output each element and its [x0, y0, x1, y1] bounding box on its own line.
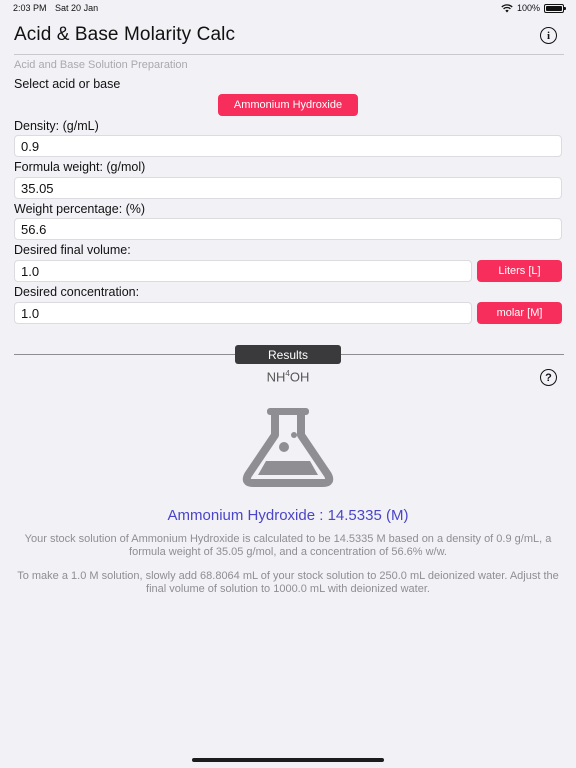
- info-icon[interactable]: i: [540, 27, 557, 44]
- result-paragraph-1: Your stock solution of Ammonium Hydroxid…: [24, 533, 552, 558]
- final-volume-label: Desired final volume:: [14, 243, 131, 257]
- concentration-field[interactable]: 1.0: [14, 302, 472, 324]
- formula-weight-label: Formula weight: (g/mol): [14, 160, 146, 174]
- density-label: Density: (g/mL): [14, 119, 99, 133]
- concentration-unit-button[interactable]: molar [M]: [477, 302, 562, 324]
- page-title: Acid & Base Molarity Calc: [14, 24, 236, 45]
- app-screen: 2:03 PM Sat 20 Jan 100% Acid & Base Mola…: [0, 0, 576, 768]
- status-bar: 2:03 PM Sat 20 Jan 100%: [0, 0, 576, 16]
- weight-percentage-label: Weight percentage: (%): [14, 202, 146, 216]
- status-right: 100%: [501, 3, 566, 13]
- select-label: Select acid or base: [14, 77, 121, 91]
- density-field[interactable]: 0.9: [14, 135, 562, 157]
- flask-icon: [242, 408, 334, 487]
- status-date: Sat 20 Jan: [55, 3, 99, 13]
- result-paragraph-2: To make a 1.0 M solution, slowly add 68.…: [17, 570, 559, 595]
- results-tab: Results: [235, 345, 341, 364]
- formula-weight-field[interactable]: 35.05: [14, 177, 562, 199]
- formula-end: OH: [289, 369, 310, 385]
- home-indicator[interactable]: [192, 758, 384, 762]
- section-subheader: Acid and Base Solution Preparation: [14, 59, 188, 71]
- volume-unit-button[interactable]: Liters [L]: [477, 260, 562, 282]
- chemical-formula: NH4OH: [0, 369, 576, 384]
- nav-divider: [14, 54, 564, 55]
- battery-percent: 100%: [516, 3, 540, 13]
- battery-icon: [544, 3, 566, 13]
- final-volume-field[interactable]: 1.0: [14, 260, 472, 282]
- status-time: 2:03 PM: [13, 3, 47, 13]
- result-title: Ammonium Hydroxide : 14.5335 (M): [167, 507, 409, 524]
- help-icon[interactable]: ?: [540, 369, 557, 386]
- weight-percentage-field[interactable]: 56.6: [14, 218, 562, 240]
- concentration-label: Desired concentration:: [14, 285, 140, 299]
- compound-select-button[interactable]: Ammonium Hydroxide: [218, 94, 358, 116]
- wifi-icon: [501, 3, 513, 12]
- status-left: 2:03 PM Sat 20 Jan: [13, 3, 104, 13]
- formula-main: NH: [266, 369, 286, 385]
